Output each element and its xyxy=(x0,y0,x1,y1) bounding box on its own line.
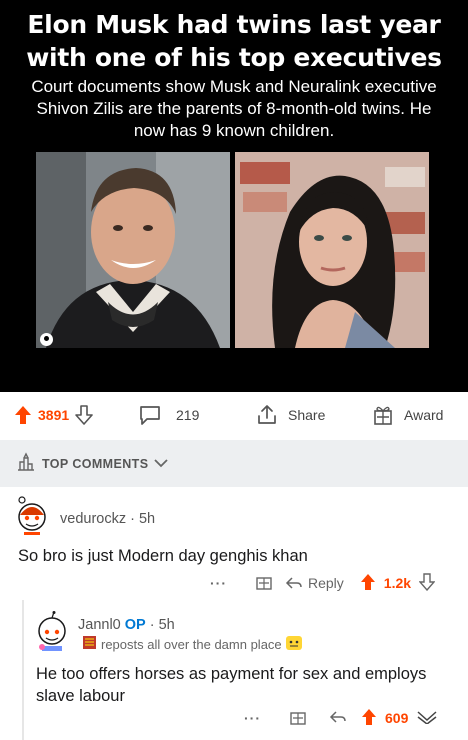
comments-button[interactable]: 219 xyxy=(138,394,199,436)
downvote-icon[interactable] xyxy=(75,405,93,425)
avatar[interactable] xyxy=(34,611,70,651)
photo-man xyxy=(36,152,230,348)
award-icon xyxy=(372,404,394,426)
comment-body: So bro is just Modern day genghis khan xyxy=(18,547,308,565)
user-flair: reposts all over the damn place xyxy=(82,635,302,653)
comment-meta: vedurockz · 5h xyxy=(60,511,156,527)
upvote-icon[interactable] xyxy=(361,708,377,729)
more-options-button[interactable]: ··· xyxy=(244,710,261,726)
upvote-icon[interactable] xyxy=(360,573,376,594)
collapse-icon[interactable] xyxy=(416,710,438,727)
comment-reply: Jannl0 OP · 5h reposts all over the damn… xyxy=(0,605,468,740)
photo-woman xyxy=(235,152,429,348)
award-button[interactable]: Award xyxy=(372,394,443,436)
photo-credit-icon xyxy=(40,333,53,346)
op-badge: OP xyxy=(124,617,146,633)
award-label: Award xyxy=(404,407,444,423)
comment-icon xyxy=(138,404,162,426)
more-options-button[interactable]: ··· xyxy=(210,575,227,591)
comment-actions: ··· 609 xyxy=(244,706,458,730)
reply-icon[interactable] xyxy=(329,709,347,728)
post-subhead: Court documents show Musk and Neuralink … xyxy=(31,77,437,140)
flair-emoji-icon xyxy=(82,635,97,653)
award-icon[interactable] xyxy=(289,708,307,729)
comment-count: 219 xyxy=(176,407,200,423)
comment-score: 1.2k xyxy=(383,575,412,591)
post-image[interactable]: Elon Musk had twins last year with one o… xyxy=(0,0,468,392)
sort-label: TOP COMMENTS xyxy=(42,456,149,471)
award-icon[interactable] xyxy=(255,573,273,594)
post-action-bar: 3891 219 Share Award xyxy=(0,394,468,436)
comment: vedurockz · 5h So bro is just Modern day… xyxy=(0,487,468,600)
username[interactable]: vedurockz xyxy=(60,511,126,527)
share-label: Share xyxy=(288,407,326,423)
timestamp: 5h xyxy=(158,617,175,633)
reply-icon xyxy=(285,577,302,589)
comment-score: 609 xyxy=(385,710,409,726)
post-headline: Elon Musk had twins last year with one o… xyxy=(26,10,442,72)
username[interactable]: Jannl0 xyxy=(78,617,121,633)
chevron-down-icon xyxy=(154,457,169,471)
top-comments-icon xyxy=(16,452,36,475)
avatar[interactable] xyxy=(14,495,50,535)
flair-text: reposts all over the damn place xyxy=(101,636,282,652)
flair-emoji-end-icon xyxy=(285,635,302,653)
reply-button[interactable]: Reply xyxy=(285,575,344,591)
vote-group: 3891 xyxy=(14,394,93,436)
reply-label: Reply xyxy=(308,575,344,591)
comment-meta: Jannl0 OP · 5h xyxy=(78,617,175,633)
comment-actions: ··· Reply 1.2k xyxy=(210,571,455,595)
timestamp: 5h xyxy=(138,511,156,527)
post-vote-count: 3891 xyxy=(38,407,70,423)
share-button[interactable]: Share xyxy=(256,394,325,436)
upvote-icon[interactable] xyxy=(14,405,32,425)
downvote-icon[interactable] xyxy=(418,572,436,594)
comment-sort-bar[interactable]: TOP COMMENTS xyxy=(0,440,468,487)
comment-body: He too offers horses as payment for sex … xyxy=(36,665,427,705)
share-icon xyxy=(256,404,278,426)
